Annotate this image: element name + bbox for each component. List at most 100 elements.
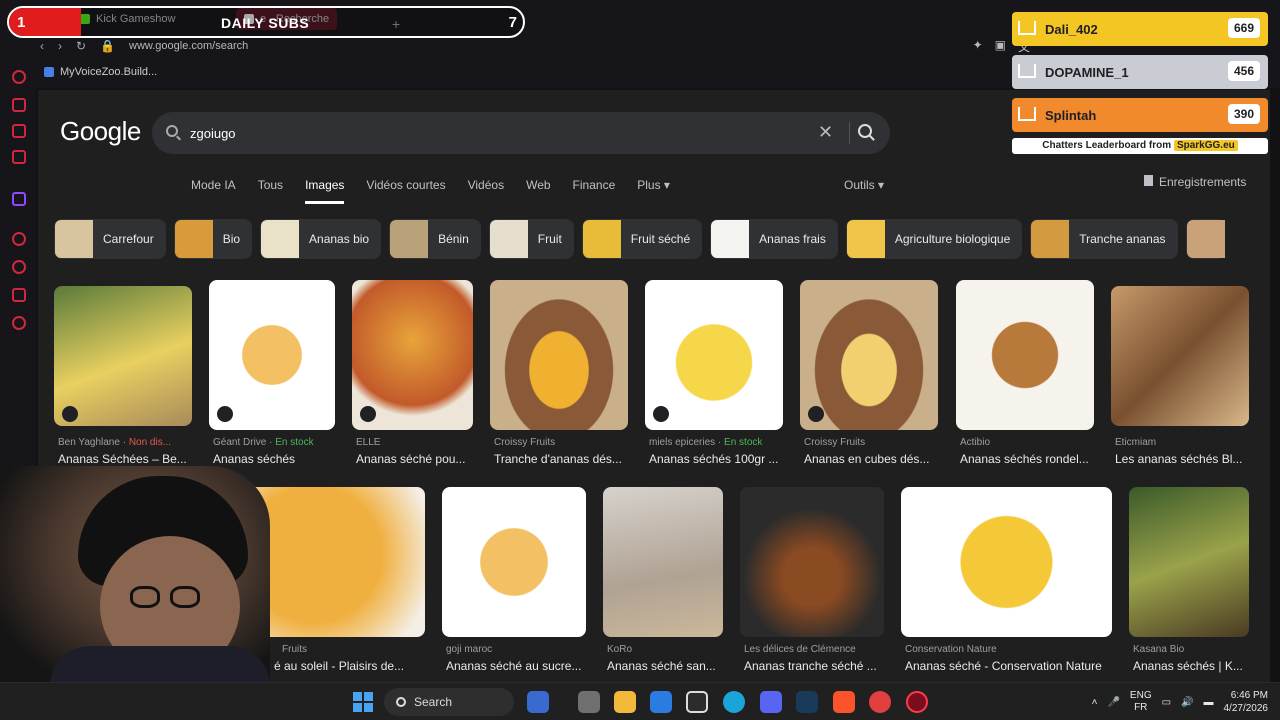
volume-icon[interactable]: 🔊 [1181, 697, 1193, 708]
chip-agriculture-bio[interactable]: Agriculture biologique [845, 219, 1023, 259]
result-source: Les délices de Clémence [744, 644, 856, 655]
language-indicator[interactable]: ENG FR [1130, 690, 1152, 714]
result-image[interactable] [956, 280, 1094, 430]
microphone-icon[interactable]: 🎤 [1107, 697, 1119, 708]
result-title[interactable]: Ananas séché pou... [356, 452, 477, 466]
search-box[interactable]: ✕ [152, 112, 890, 154]
tray-chevron-icon[interactable]: ˄ [1092, 697, 1098, 708]
search-submit-icon[interactable] [858, 124, 872, 138]
chip-carrefour[interactable]: Carrefour [54, 219, 166, 259]
edge-icon[interactable] [723, 691, 745, 713]
tab-mode-ia[interactable]: Mode IA [191, 178, 236, 204]
battery-icon[interactable]: ▬ [1204, 697, 1214, 708]
result-title[interactable]: Ananas séchés rondel... [960, 452, 1098, 466]
brave-icon[interactable] [833, 691, 855, 713]
result-source: Actibio [960, 437, 991, 448]
file-explorer-icon[interactable] [614, 691, 636, 713]
chip-ananas-bio[interactable]: Ananas bio [260, 219, 382, 259]
google-logo[interactable]: Google [60, 116, 141, 147]
gmail-icon[interactable] [12, 150, 26, 164]
result-image[interactable] [442, 487, 586, 637]
chip-fruit[interactable]: Fruit [488, 219, 574, 259]
tab-videos-courtes[interactable]: Vidéos courtes [366, 178, 445, 204]
result-source: KoRo [607, 644, 633, 655]
workspace-icon[interactable] [12, 98, 26, 112]
tab-images[interactable]: Images [305, 178, 345, 204]
result-title[interactable]: Ananas en cubes dés... [804, 452, 942, 466]
chip-tranche-ananas[interactable]: Tranche ananas [1030, 219, 1178, 259]
aria-icon[interactable] [12, 70, 26, 84]
result-image[interactable] [740, 487, 884, 637]
chip-ananas-frais[interactable]: Ananas frais [710, 219, 838, 259]
start-button[interactable] [353, 692, 373, 712]
result-image[interactable] [1111, 286, 1249, 426]
reload-icon[interactable]: ↻ [76, 39, 86, 53]
result-title[interactable]: Ananas séché san... [607, 659, 727, 673]
leaderboard-row: Splintah 390 [1012, 98, 1268, 132]
chip-more[interactable] [1185, 219, 1225, 259]
tab-web[interactable]: Web [526, 178, 550, 204]
pin-icon[interactable]: ✦ [973, 38, 983, 55]
taskbar-search[interactable]: Search [384, 688, 514, 716]
windows-taskbar: Search ˄ 🎤 ENG FR ▭ 🔊 ▬ 6:46 PM 4/27/202… [0, 682, 1280, 720]
chip-benin[interactable]: Bénin [389, 219, 481, 259]
twitch-icon[interactable] [12, 192, 26, 206]
result-title[interactable]: Ananas Séchées – Be... [58, 452, 196, 466]
unity-icon[interactable] [686, 691, 708, 713]
clear-icon[interactable]: ✕ [818, 122, 833, 143]
player-icon[interactable] [12, 232, 26, 246]
task-view-icon[interactable] [578, 691, 600, 713]
steam-icon[interactable] [796, 691, 818, 713]
result-title[interactable]: Ananas séché au sucre... [446, 659, 590, 673]
widget-icon[interactable] [527, 691, 549, 713]
chip-thumbnail [846, 220, 885, 258]
store-icon[interactable] [650, 691, 672, 713]
screenshot-icon[interactable]: ▣ [995, 38, 1006, 55]
result-title[interactable]: Ananas séchés 100gr ... [649, 452, 787, 466]
tools-button[interactable]: Outils ▾ [844, 178, 884, 192]
opera-icon[interactable] [906, 691, 928, 713]
result-source: Croissy Fruits [494, 437, 556, 448]
clock[interactable]: 6:46 PM 4/27/2026 [1224, 689, 1269, 715]
tab-plus[interactable]: Plus ▾ [637, 178, 670, 204]
settings-icon[interactable] [12, 316, 26, 330]
desktop: Kick Gameshow e - Recherche + ‹ › ↻ 🔒 ww… [0, 0, 1280, 720]
extensions-icon[interactable] [12, 288, 26, 302]
overlay-title: DAILY SUBS [221, 15, 310, 31]
result-title[interactable]: é au soleil - Plaisirs de... [274, 659, 424, 673]
system-tray: ˄ 🎤 ENG FR ▭ 🔊 ▬ 6:46 PM 4/27/2026 [1092, 683, 1280, 720]
result-title[interactable]: Ananas tranche séché ... [744, 659, 888, 673]
discord-icon[interactable] [760, 691, 782, 713]
result-image[interactable] [603, 487, 723, 637]
opera-gx-icon[interactable] [869, 691, 891, 713]
result-title[interactable]: Ananas séché - Conservation Nature [905, 659, 1116, 673]
result-title[interactable]: Ananas séchés | K... [1133, 659, 1251, 673]
lang-line2: FR [1134, 702, 1148, 713]
result-title[interactable]: Tranche d'ananas dés... [494, 452, 632, 466]
chip-fruit-seche[interactable]: Fruit séché [581, 219, 703, 259]
forward-icon[interactable]: › [58, 39, 62, 53]
history-icon[interactable] [12, 260, 26, 274]
result-image[interactable] [1129, 487, 1249, 637]
result-image[interactable] [901, 487, 1112, 637]
tab-tous[interactable]: Tous [258, 178, 283, 204]
tab-videos[interactable]: Vidéos [468, 178, 504, 204]
leaderboard-score: 456 [1227, 61, 1260, 81]
result-image[interactable] [54, 286, 192, 426]
network-icon[interactable]: ▭ [1162, 697, 1171, 708]
tab-finance[interactable]: Finance [573, 178, 616, 204]
saved-button[interactable]: Enregistrements [1144, 175, 1246, 189]
subs-current: 1 [17, 14, 26, 31]
address-bar[interactable]: www.google.com/search [129, 40, 248, 52]
result-title[interactable]: Ananas séchés [213, 452, 339, 466]
product-tag-icon [62, 406, 78, 422]
messenger-icon[interactable] [12, 124, 26, 138]
search-input[interactable] [190, 123, 750, 143]
leaderboard-name: Dali_402 [1045, 22, 1098, 37]
result-title[interactable]: Les ananas séchés Bl... [1115, 452, 1253, 466]
bookmark-myvoicezoo[interactable]: MyVoiceZoo.Build... [44, 66, 157, 78]
back-icon[interactable]: ‹ [40, 39, 44, 53]
chip-bio[interactable]: Bio [173, 219, 253, 259]
result-image[interactable] [490, 280, 628, 430]
leaderboard-name: Splintah [1045, 108, 1097, 123]
